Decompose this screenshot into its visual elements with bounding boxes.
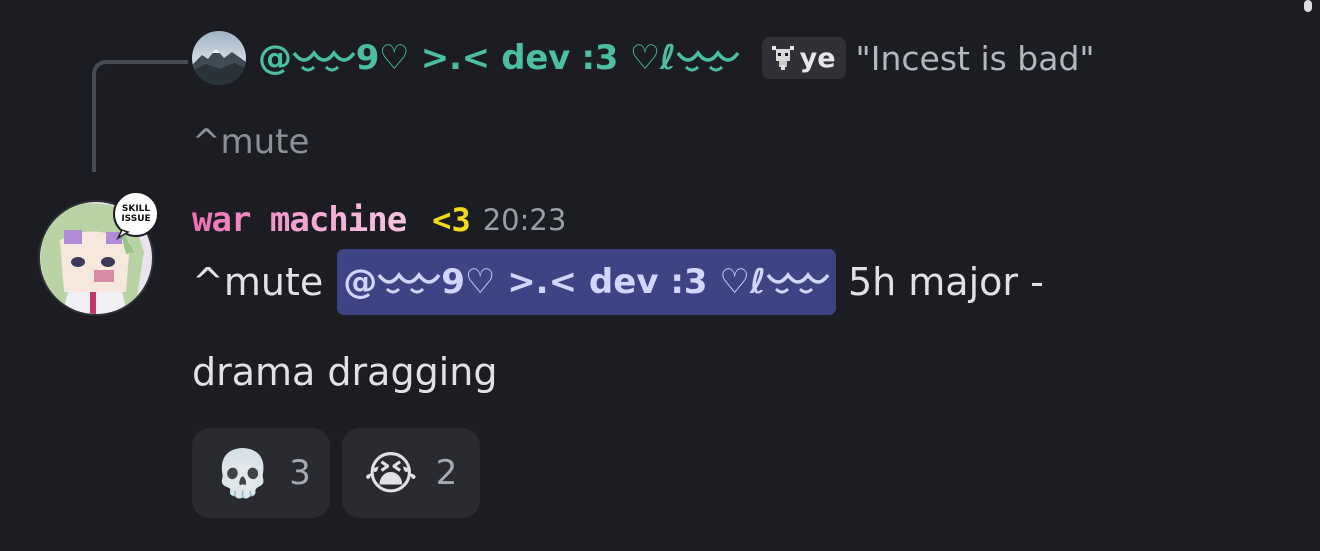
author-name-tag: <3 [432, 201, 471, 239]
message-timestamp[interactable]: 20:23 [483, 203, 567, 237]
wave-decoration-icon [766, 271, 830, 294]
server-tag[interactable]: ye [761, 37, 846, 79]
message-header: war machine <3 20:23 [192, 196, 566, 244]
reply-author-name[interactable]: @9♡ >.< dev :3 ♡ℓ [258, 38, 740, 78]
server-tag-text: ye [799, 42, 836, 74]
loudly-crying-emoji: 😭 [364, 446, 418, 500]
message-text-after: 5h major - [847, 260, 1044, 304]
svg-text:ISSUE: ISSUE [121, 214, 150, 224]
reaction-loudly-crying[interactable]: 😭 2 [342, 428, 480, 518]
scrollbar-thumb[interactable] [1304, 0, 1312, 12]
goat-icon [771, 46, 794, 70]
message-text-before: ^mute [192, 260, 324, 304]
user-mention[interactable]: @9♡ >.< dev :3 ♡ℓ [337, 249, 836, 315]
wave-decoration-icon [377, 271, 441, 294]
skull-emoji: 💀 [214, 446, 272, 500]
wave-decoration-icon [676, 49, 740, 71]
reply-author-avatar[interactable] [192, 31, 246, 85]
system-text-mute: ^mute [192, 122, 310, 162]
message-content: ^mute @9♡ >.< dev :3 ♡ℓ 5h major - [192, 249, 1044, 315]
message-view: @9♡ >.< dev :3 ♡ℓ ye "Incest is bad" ^mu… [0, 0, 1320, 551]
svg-text:SKILL: SKILL [122, 204, 151, 214]
replied-message-preview[interactable]: @9♡ >.< dev :3 ♡ℓ ye "Incest is bad" [192, 30, 1095, 86]
reactions-bar: 💀 3 😭 2 [192, 428, 480, 518]
reply-content-text[interactable]: "Incest is bad" [856, 39, 1095, 78]
reaction-count: 2 [435, 453, 458, 493]
reply-connector-line [92, 60, 188, 172]
reaction-count: 3 [289, 453, 311, 493]
message-text-line2: drama dragging [192, 350, 498, 394]
message-author-name[interactable]: war machine [192, 200, 407, 240]
reaction-skull[interactable]: 💀 3 [192, 428, 330, 518]
wave-decoration-icon [292, 49, 356, 71]
message-author-avatar[interactable]: SKILL ISSUE [34, 191, 159, 316]
